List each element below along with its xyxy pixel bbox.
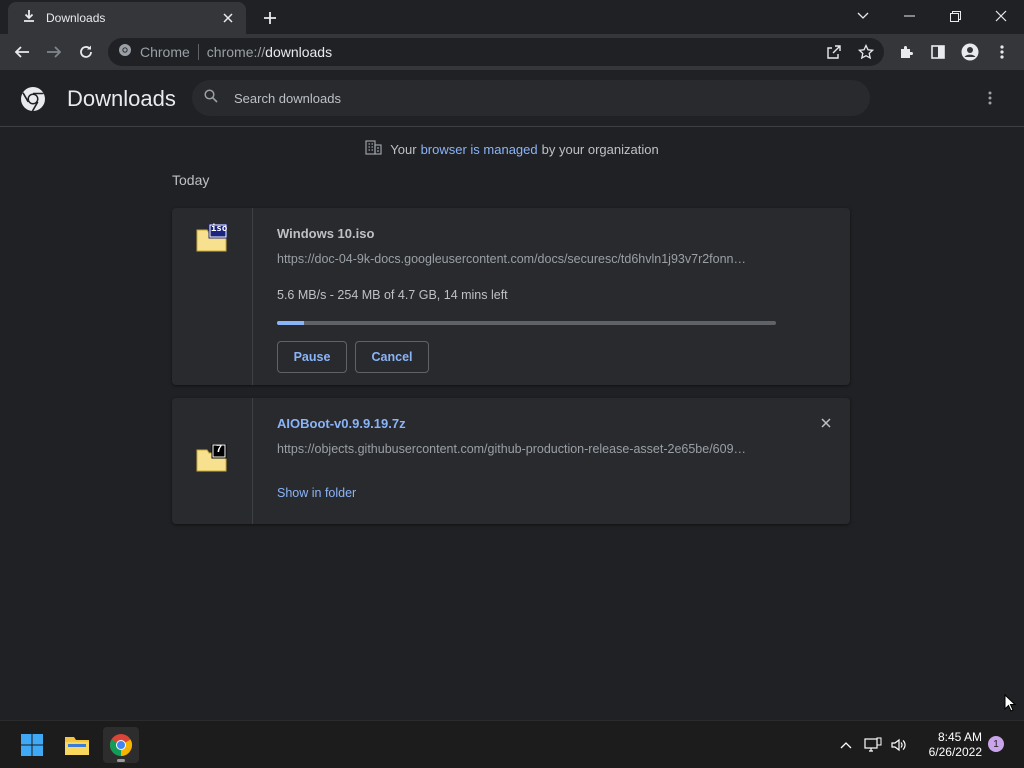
extensions-icon[interactable] bbox=[894, 40, 918, 64]
network-icon[interactable] bbox=[863, 735, 883, 755]
cancel-button[interactable]: Cancel bbox=[355, 341, 429, 373]
search-icon bbox=[204, 88, 218, 108]
remove-item-icon[interactable] bbox=[818, 415, 834, 431]
show-hidden-icons-chevron-icon[interactable] bbox=[836, 735, 856, 755]
tab-title: Downloads bbox=[46, 11, 106, 25]
bookmark-star-icon[interactable] bbox=[854, 40, 878, 64]
page-title: Downloads bbox=[67, 86, 176, 111]
chrome-site-icon bbox=[118, 43, 132, 62]
search-box[interactable] bbox=[192, 80, 870, 116]
tab-downloads[interactable]: Downloads bbox=[8, 2, 246, 34]
managed-link[interactable]: browser is managed bbox=[421, 142, 538, 157]
file-icon-column: iso bbox=[172, 208, 253, 385]
building-icon bbox=[365, 140, 382, 158]
downloads-header: Downloads bbox=[0, 70, 1024, 127]
forward-icon[interactable] bbox=[42, 40, 66, 64]
file-name: Windows 10.iso bbox=[277, 226, 375, 241]
volume-icon[interactable] bbox=[889, 735, 909, 755]
iso-icon-label: iso bbox=[211, 224, 228, 234]
pause-button[interactable]: Pause bbox=[277, 341, 347, 373]
file-url: https://doc-04-9k-docs.googleusercontent… bbox=[277, 252, 747, 266]
download-item-windows-iso: iso Windows 10.iso https://doc-04-9k-doc… bbox=[172, 208, 850, 385]
url-scheme: chrome:// bbox=[206, 44, 266, 60]
download-item-aioboot: 7 AIOBoot-v0.9.9.19.7z https://objects.g… bbox=[172, 398, 850, 524]
clock-date: 6/26/2022 bbox=[928, 745, 982, 759]
omnibox-separator bbox=[197, 44, 199, 60]
file-name-link[interactable]: AIOBoot-v0.9.9.19.7z bbox=[277, 416, 406, 431]
show-in-folder-link[interactable]: Show in folder bbox=[277, 486, 356, 500]
download-icon bbox=[22, 9, 36, 28]
taskbar: 8:45 AM 6/26/2022 1 bbox=[0, 720, 1024, 768]
clock-time: 8:45 AM bbox=[937, 730, 982, 744]
chrome-taskbar-icon[interactable] bbox=[103, 727, 139, 763]
close-tab-icon[interactable] bbox=[220, 10, 236, 26]
restore-icon[interactable] bbox=[933, 2, 977, 30]
managed-suffix: by your organization bbox=[541, 141, 659, 157]
active-app-indicator bbox=[117, 759, 125, 762]
side-panel-icon[interactable] bbox=[926, 40, 950, 64]
new-tab-icon[interactable] bbox=[260, 8, 280, 28]
start-windows-icon[interactable] bbox=[14, 727, 50, 763]
profile-avatar-icon[interactable] bbox=[958, 40, 982, 64]
file-explorer-icon[interactable] bbox=[59, 727, 95, 763]
7z-icon-label: 7 bbox=[215, 443, 223, 455]
downloads-more-icon[interactable] bbox=[980, 88, 1000, 108]
iso-file-icon: iso bbox=[196, 223, 228, 252]
managed-notice: Your browser is managed by your organiza… bbox=[0, 140, 1024, 158]
mouse-cursor-icon bbox=[1004, 693, 1017, 717]
chrome-logo-icon bbox=[20, 86, 46, 112]
tab-search-chevron-icon[interactable] bbox=[841, 2, 885, 30]
file-icon-column: 7 bbox=[172, 398, 253, 524]
download-progress-bar bbox=[277, 321, 776, 325]
download-status: 5.6 MB/s - 254 MB of 4.7 GB, 14 mins lef… bbox=[277, 288, 508, 302]
minimize-icon[interactable] bbox=[887, 2, 931, 30]
file-url: https://objects.githubusercontent.com/gi… bbox=[277, 442, 747, 456]
date-heading: Today bbox=[172, 172, 210, 188]
url-host: downloads bbox=[265, 44, 333, 60]
managed-prefix: Your bbox=[390, 141, 417, 157]
site-chip-label: Chrome bbox=[140, 44, 190, 60]
tab-strip: Downloads bbox=[0, 0, 1024, 34]
address-bar[interactable]: Chrome chrome://downloads bbox=[108, 38, 884, 66]
back-icon[interactable] bbox=[10, 40, 34, 64]
close-window-icon[interactable] bbox=[979, 2, 1023, 30]
notification-badge[interactable]: 1 bbox=[988, 736, 1004, 752]
7z-file-icon: 7 bbox=[196, 443, 228, 472]
search-input[interactable] bbox=[234, 90, 834, 106]
system-clock[interactable]: 8:45 AM 6/26/2022 bbox=[912, 730, 982, 760]
chrome-menu-icon[interactable] bbox=[990, 40, 1014, 64]
download-progress-fill bbox=[277, 321, 304, 325]
share-icon[interactable] bbox=[822, 40, 846, 64]
reload-icon[interactable] bbox=[74, 40, 98, 64]
url-text: chrome://downloads bbox=[207, 44, 332, 60]
toolbar: Chrome chrome://downloads bbox=[0, 34, 1024, 70]
